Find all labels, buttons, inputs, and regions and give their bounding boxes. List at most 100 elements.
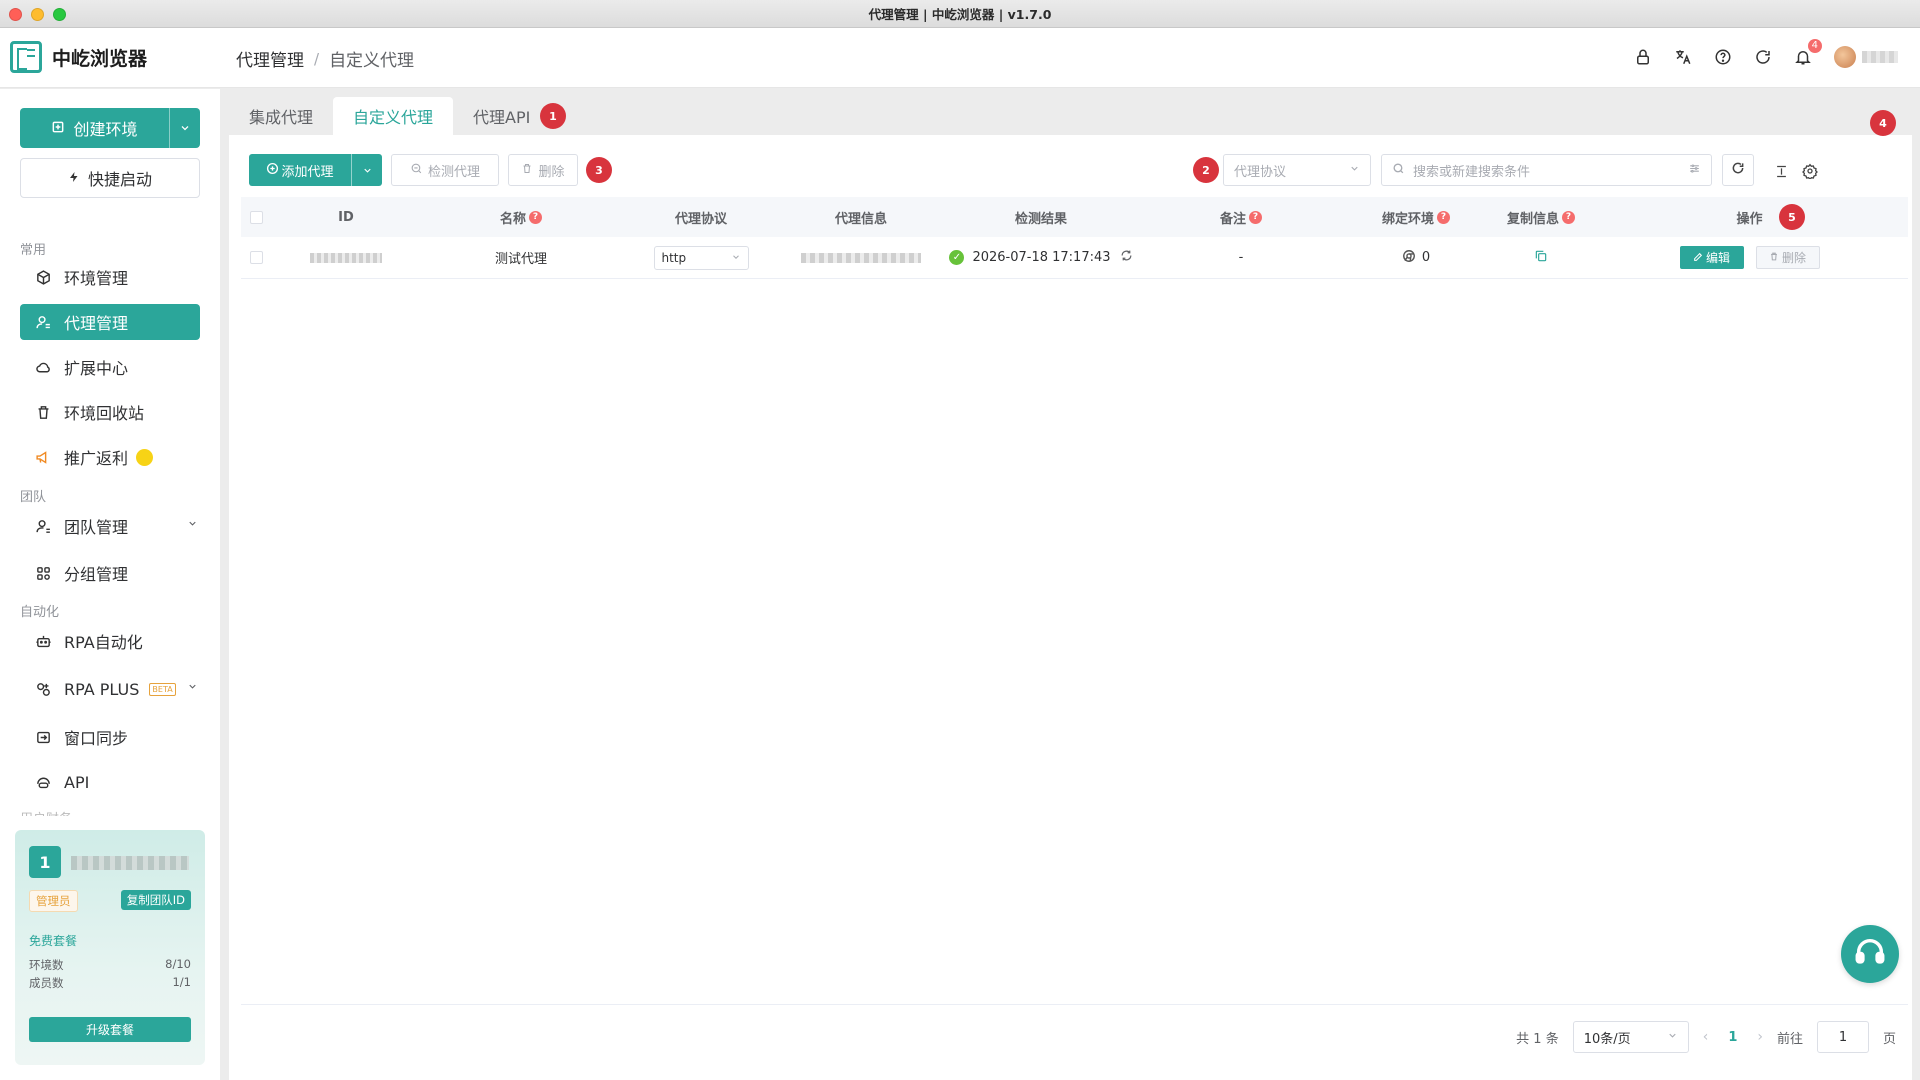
nav-group-automation: 自动化: [20, 605, 60, 620]
env-count: 环境数 8/10: [29, 957, 191, 973]
check-proxy-label: 检测代理: [427, 164, 480, 180]
sidebar-item-environments[interactable]: 环境管理: [20, 259, 200, 295]
marker-badge-4: 4: [1870, 110, 1896, 136]
sidebar-item-label: RPA PLUS: [64, 679, 140, 699]
sidebar-item-window-sync[interactable]: 窗口同步: [20, 719, 200, 755]
marker-badge-3: 3: [586, 157, 612, 183]
column-height-icon[interactable]: [1772, 162, 1790, 180]
row-delete-button[interactable]: 删除: [1755, 246, 1820, 269]
window-controls: [9, 8, 66, 21]
search-placeholder: 搜索或新建搜索条件: [1413, 164, 1531, 180]
lock-icon[interactable]: [1634, 48, 1652, 66]
protocol-select[interactable]: http: [653, 245, 749, 270]
tab-integrated-proxy[interactable]: 集成代理: [229, 97, 333, 135]
bound-env-count: 0: [1421, 250, 1431, 265]
help-icon[interactable]: ?: [1249, 210, 1262, 224]
next-page-icon[interactable]: ›: [1757, 1029, 1763, 1045]
group-icon: [34, 564, 52, 582]
app-logo[interactable]: 中屹浏览器: [10, 41, 147, 73]
app-name: 中屹浏览器: [52, 47, 148, 70]
column-header-check-result: 检测结果: [941, 197, 1141, 237]
pagination: 共 1 条 10条/页 ‹ 1 › 前往 1 页: [1516, 1021, 1896, 1053]
current-page[interactable]: 1: [1722, 1030, 1743, 1045]
help-icon[interactable]: ?: [1437, 210, 1450, 224]
check-time: 2026-07-18 17:17:43: [972, 250, 1111, 265]
protocol-filter-select[interactable]: 代理协议: [1223, 154, 1371, 186]
user-menu[interactable]: [1834, 46, 1898, 68]
sidebar-item-recycle-bin[interactable]: 环境回收站: [20, 394, 200, 430]
plus-circle-icon: [266, 162, 279, 179]
delete-button[interactable]: 删除: [508, 154, 578, 186]
column-header-label: 绑定环境: [1381, 211, 1434, 227]
sidebar-item-label: 环境回收站: [64, 404, 145, 423]
tab-custom-proxy[interactable]: 自定义代理: [333, 97, 454, 135]
member-count: 成员数 1/1: [29, 975, 191, 991]
add-proxy-dropdown-chevron-icon[interactable]: [352, 165, 382, 176]
copy-team-id-button[interactable]: 复制团队ID: [120, 890, 191, 910]
sidebar-item-promotion[interactable]: 推广返利: [20, 439, 200, 475]
bell-icon[interactable]: 4: [1794, 39, 1822, 66]
select-all-checkbox[interactable]: [241, 197, 271, 237]
add-proxy-button[interactable]: 添加代理: [249, 154, 382, 186]
help-icon[interactable]: [1714, 48, 1732, 66]
prev-page-icon[interactable]: ‹: [1703, 1029, 1709, 1045]
logo-icon: [10, 41, 42, 73]
sidebar-item-label: 推广返利: [64, 449, 129, 468]
row-checkbox[interactable]: [241, 237, 271, 278]
search-check-icon: [410, 162, 423, 179]
add-box-icon: [51, 119, 65, 138]
main-content: 添加代理 检测代理 删除 3 2 代理协议 搜索或新建搜索条件 4 ID 名称?…: [229, 110, 1912, 1080]
breadcrumb: 代理管理 / 自定义代理: [236, 46, 415, 72]
sidebar-item-label: API: [64, 772, 90, 792]
column-header-bound-env: 绑定环境?: [1341, 197, 1491, 237]
recheck-icon[interactable]: [1120, 249, 1133, 266]
sidebar-item-team[interactable]: 团队管理: [20, 508, 200, 544]
quick-launch-button[interactable]: 快捷启动: [20, 158, 200, 198]
update-icon[interactable]: [1754, 48, 1772, 66]
zoom-window-button[interactable]: [53, 8, 66, 21]
filter-settings-icon[interactable]: [1688, 162, 1701, 179]
robot-icon: [34, 632, 52, 650]
edit-button[interactable]: 编辑: [1679, 246, 1744, 269]
column-header-label: 名称: [499, 211, 526, 227]
tab-proxy-api[interactable]: 代理API: [453, 97, 550, 135]
create-environment-button[interactable]: 创建环境: [20, 108, 200, 148]
sidebar-item-rpa-plus[interactable]: RPA PLUS BETA: [20, 671, 200, 707]
help-icon[interactable]: ?: [1562, 210, 1575, 224]
sidebar-item-extensions[interactable]: 扩展中心: [20, 349, 200, 385]
column-header-label: 操作: [1736, 211, 1763, 227]
row-bound-env: 0: [1341, 237, 1491, 278]
search-input[interactable]: 搜索或新建搜索条件: [1381, 154, 1712, 186]
sidebar-item-groups[interactable]: 分组管理: [20, 555, 200, 591]
check-success-icon: ✓: [949, 250, 965, 265]
breadcrumb-parent[interactable]: 代理管理: [236, 46, 304, 71]
column-header-protocol: 代理协议: [621, 197, 781, 237]
nav-group-cutoff: 用户财务: [20, 808, 72, 816]
sidebar-item-rpa[interactable]: RPA自动化: [20, 623, 200, 659]
goto-page-input[interactable]: 1: [1816, 1021, 1869, 1053]
row-check-result: ✓ 2026-07-18 17:17:43: [941, 237, 1141, 278]
help-icon[interactable]: ?: [529, 210, 542, 224]
sidebar-item-api[interactable]: API: [20, 764, 200, 800]
trash-icon: [521, 162, 533, 179]
breadcrumb-current: 自定义代理: [329, 51, 415, 71]
copy-icon[interactable]: [1534, 249, 1548, 267]
user-name-redacted: [1862, 51, 1898, 63]
page-size-select[interactable]: 10条/页: [1572, 1021, 1689, 1053]
row-remark: -: [1238, 250, 1244, 265]
translate-icon[interactable]: [1674, 48, 1692, 66]
create-dropdown-chevron-icon[interactable]: [170, 122, 200, 134]
minimize-window-button[interactable]: [31, 8, 44, 21]
edit-label: 编辑: [1705, 251, 1730, 265]
refresh-button[interactable]: [1722, 154, 1754, 186]
upgrade-plan-button[interactable]: 升级套餐: [29, 1017, 191, 1042]
row-copy-info: [1491, 237, 1591, 278]
sidebar-item-proxy[interactable]: 代理管理: [20, 304, 200, 340]
gear-icon[interactable]: [1801, 162, 1819, 180]
megaphone-icon: [34, 448, 52, 466]
sidebar-item-label: 窗口同步: [64, 729, 129, 748]
customer-support-button[interactable]: [1841, 925, 1899, 983]
column-header-id: ID: [271, 197, 421, 237]
close-window-button[interactable]: [9, 8, 22, 21]
check-proxy-button[interactable]: 检测代理: [391, 154, 499, 186]
